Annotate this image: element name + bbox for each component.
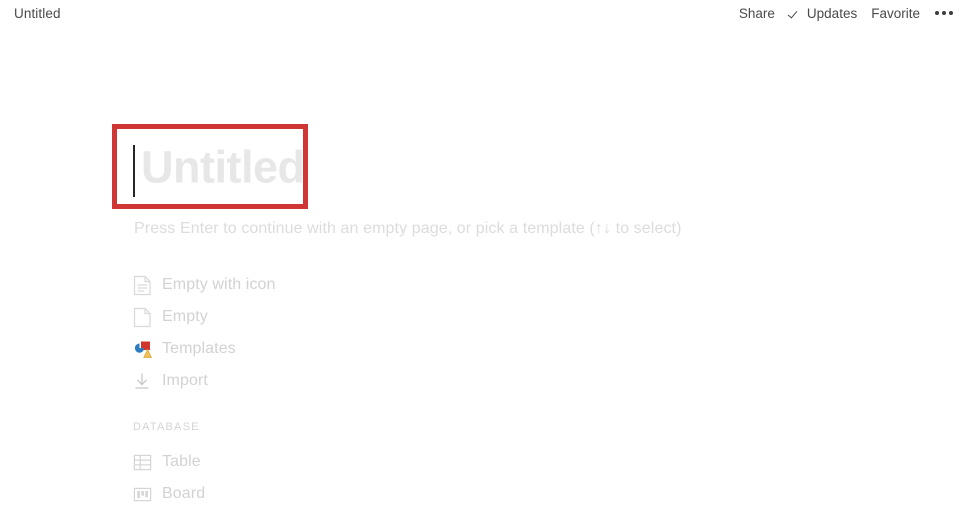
option-board[interactable]: Board <box>131 478 205 510</box>
option-empty-with-icon[interactable]: Empty with icon <box>131 269 276 301</box>
templates-icon <box>131 338 153 360</box>
option-label: Empty <box>162 308 208 325</box>
option-label: Empty with icon <box>162 276 276 293</box>
option-label: Import <box>162 372 208 389</box>
top-bar: Untitled Share Updates Favorite <box>0 0 967 26</box>
page-root: Untitled Share Updates Favorite Untitled <box>0 0 967 507</box>
top-bar-actions: Share Updates Favorite <box>739 6 967 21</box>
ellipsis-icon[interactable] <box>934 7 954 19</box>
updates-button[interactable]: Updates <box>789 6 857 21</box>
table-grid-icon <box>131 451 153 473</box>
page-hint-text: Press Enter to continue with an empty pa… <box>134 220 682 237</box>
board-kanban-icon <box>131 483 153 505</box>
import-download-icon <box>131 370 153 392</box>
template-option-list: Empty with icon Empty Templates Import <box>131 269 276 397</box>
favorite-button[interactable]: Favorite <box>871 6 920 21</box>
share-button[interactable]: Share <box>739 6 775 21</box>
top-bar-left: Untitled <box>0 6 61 21</box>
database-section-header: DATABASE <box>133 421 200 433</box>
option-templates[interactable]: Templates <box>131 333 276 365</box>
check-icon <box>789 7 802 20</box>
updates-button-label: Updates <box>806 5 858 21</box>
page-title-highlight-box: Untitled <box>112 124 308 209</box>
option-label: Board <box>162 485 206 502</box>
page-title-input[interactable]: Untitled <box>141 144 305 189</box>
ellipsis-dot <box>935 11 939 15</box>
option-label: Table <box>162 453 201 470</box>
share-button-label: Share <box>738 5 775 21</box>
document-blank-icon <box>131 306 153 328</box>
database-option-list: Table Board <box>131 446 205 510</box>
favorite-button-label: Favorite <box>871 5 920 21</box>
ellipsis-dot <box>949 11 953 15</box>
option-import[interactable]: Import <box>131 365 276 397</box>
text-caret <box>133 145 135 197</box>
ellipsis-dot <box>942 11 946 15</box>
option-label: Templates <box>162 340 236 357</box>
document-lines-icon <box>131 274 153 296</box>
option-table[interactable]: Table <box>131 446 205 478</box>
option-empty[interactable]: Empty <box>131 301 276 333</box>
breadcrumb-document-title[interactable]: Untitled <box>14 6 61 21</box>
